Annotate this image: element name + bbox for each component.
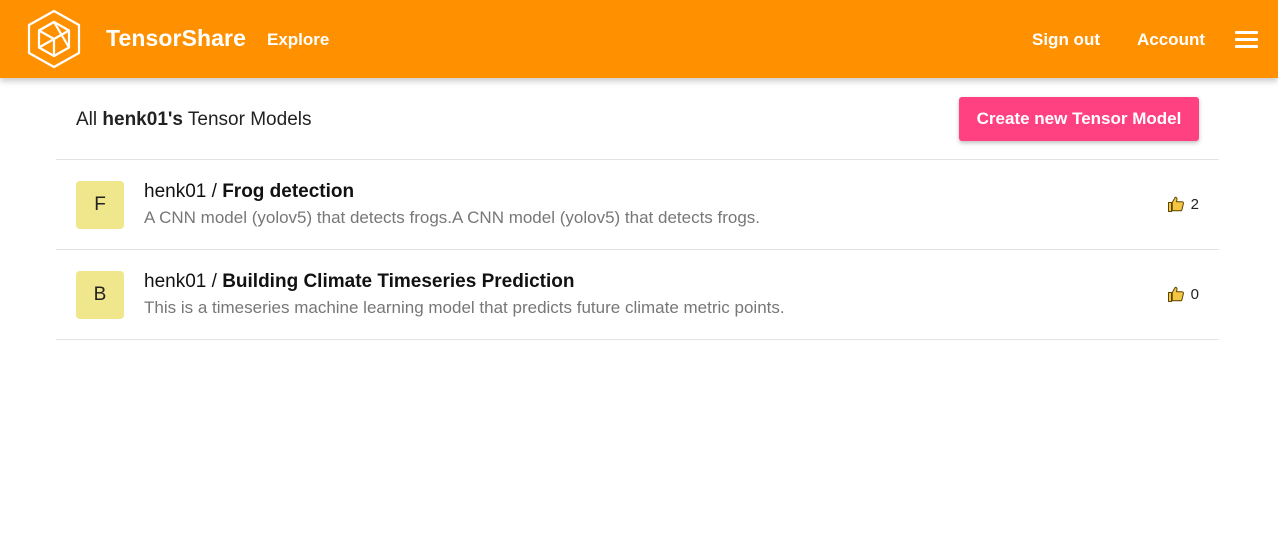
model-description: This is a timeseries machine learning mo… <box>144 298 785 317</box>
create-model-button[interactable]: Create new Tensor Model <box>959 97 1199 141</box>
model-owner-link[interactable]: henk01 <box>144 181 206 202</box>
model-list: F henk01 / Frog detection A CNN model (y… <box>56 160 1219 340</box>
like-count: 0 <box>1190 285 1199 303</box>
page-title-suffix: Tensor Models <box>187 109 312 130</box>
avatar-initial: F <box>94 194 106 215</box>
nav-account-link[interactable]: Account <box>1137 30 1205 50</box>
nav-explore-link[interactable]: Explore <box>267 30 329 50</box>
avatar: B <box>76 271 124 319</box>
model-owner-link[interactable]: henk01 <box>144 271 206 292</box>
model-name-link[interactable]: Frog detection <box>222 181 354 202</box>
cube-logo-icon[interactable] <box>26 9 82 69</box>
title-separator: / <box>211 271 217 292</box>
page-title: All henk01's Tensor Models <box>76 109 311 131</box>
model-title: henk01 / Frog detection <box>144 181 354 203</box>
list-item[interactable]: B henk01 / Building Climate Timeseries P… <box>56 250 1219 340</box>
like-count: 2 <box>1190 195 1199 213</box>
like-counter[interactable]: 0 <box>1167 285 1199 303</box>
model-name-link[interactable]: Building Climate Timeseries Prediction <box>222 271 574 292</box>
page-header: All henk01's Tensor Models Create new Te… <box>56 96 1219 160</box>
page-title-prefix: All <box>76 109 98 130</box>
list-item[interactable]: F henk01 / Frog detection A CNN model (y… <box>56 160 1219 250</box>
thumbs-up-icon[interactable] <box>1167 285 1185 303</box>
model-title: henk01 / Building Climate Timeseries Pre… <box>144 271 575 293</box>
avatar: F <box>76 181 124 229</box>
like-counter[interactable]: 2 <box>1167 195 1199 213</box>
brand-title[interactable]: TensorShare <box>106 25 246 52</box>
top-app-bar: TensorShare Explore Sign out Account <box>0 0 1278 78</box>
avatar-initial: B <box>93 284 107 305</box>
page-title-user: henk01's <box>102 109 183 130</box>
title-separator: / <box>211 181 217 202</box>
thumbs-up-icon[interactable] <box>1167 195 1185 213</box>
model-description: A CNN model (yolov5) that detects frogs.… <box>144 208 761 227</box>
nav-sign-out-link[interactable]: Sign out <box>1032 30 1100 50</box>
hamburger-menu-icon[interactable] <box>1235 31 1259 49</box>
